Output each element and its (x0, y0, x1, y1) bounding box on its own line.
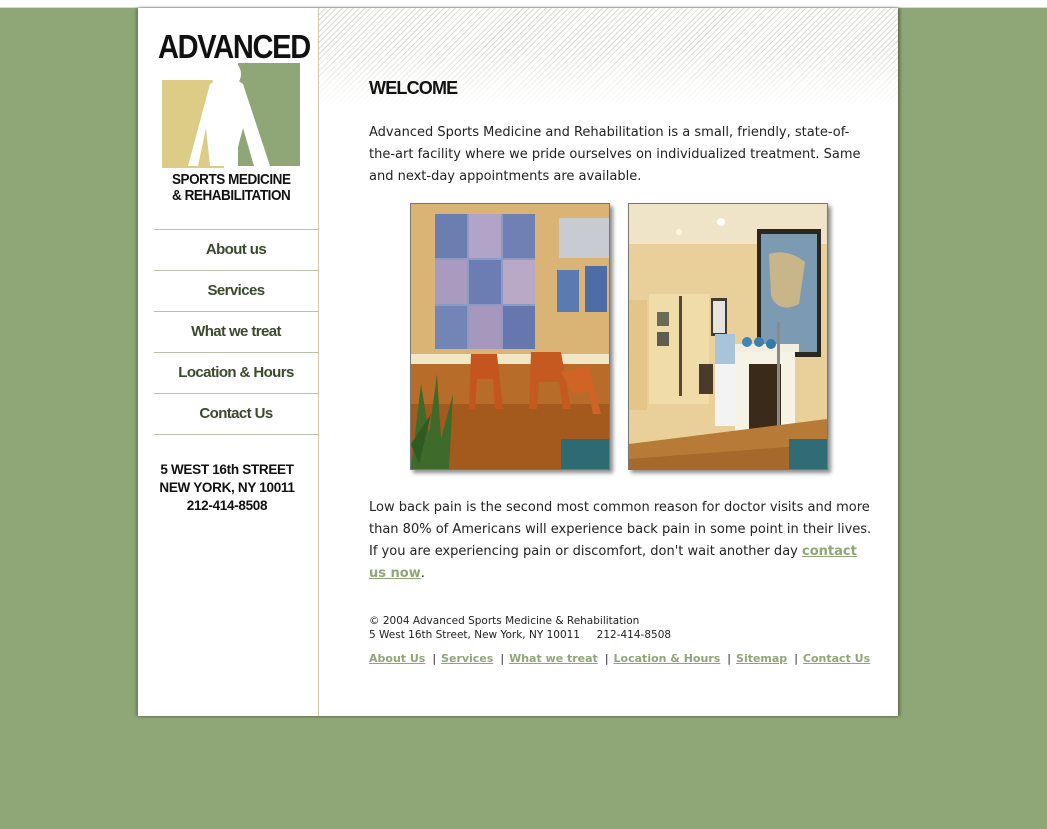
logo-subtitle-line2: & REHABILITATION (172, 187, 291, 204)
footer-link-about-us[interactable]: About Us (369, 652, 425, 665)
office-hallway-illustration (629, 204, 827, 469)
footer-link-sitemap[interactable]: Sitemap (736, 652, 787, 665)
back-pain-period: . (420, 566, 425, 581)
address-city: NEW YORK, NY 10011 (159, 480, 295, 495)
back-pain-text: Low back pain is the second most common … (369, 500, 872, 559)
footer-link-services[interactable]: Services (441, 652, 493, 665)
footer-link-contact-us[interactable]: Contact Us (803, 652, 870, 665)
footer-link-location-hours[interactable]: Location & Hours (614, 652, 721, 665)
sidebar: ADVANCED SPORTS MEDICINE & REHABILITATIO… (138, 8, 319, 716)
footer-links: About Us | Services | What we treat | Location… (369, 652, 870, 665)
nav-services[interactable]: Services (154, 271, 318, 312)
footer-separator: | (794, 652, 798, 665)
copyright-text: © 2004 Advanced Sports Medicine & Rehabi… (369, 615, 640, 627)
logo-figure-icon (162, 59, 300, 168)
page-title: WELCOME (369, 78, 458, 98)
footer-separator: | (500, 652, 505, 665)
logo-subtitle-line1: SPORTS MEDICINE (172, 171, 291, 188)
address-phone: 212-414-8508 (186, 498, 268, 513)
footer-link-what-we-treat[interactable]: What we treat (509, 652, 598, 665)
nav-contact-us[interactable]: Contact Us (154, 394, 318, 435)
nav-about-us[interactable]: About us (154, 229, 318, 271)
footer-separator: | (604, 652, 609, 665)
address-block: 5 WEST 16th STREET NEW YORK, NY 10011 21… (138, 461, 316, 515)
footer-info: © 2004 Advanced Sports Medicine & Rehabi… (369, 614, 671, 642)
site-logo[interactable]: ADVANCED SPORTS MEDICINE & REHABILITATIO… (158, 30, 311, 208)
intro-paragraph: Advanced Sports Medicine and Rehabilitat… (369, 125, 861, 184)
waiting-room-illustration (411, 204, 609, 469)
nav-what-we-treat[interactable]: What we treat (154, 312, 318, 353)
address-street: 5 WEST 16th STREET (160, 462, 294, 477)
main-content: WELCOME Advanced Sports Medicine and Reh… (319, 8, 898, 716)
page-container: ADVANCED SPORTS MEDICINE & REHABILITATIO… (138, 8, 898, 716)
top-strip (0, 0, 1047, 8)
footer-separator: | (727, 652, 732, 665)
waiting-room-photo (410, 203, 610, 470)
nav-location-hours[interactable]: Location & Hours (154, 353, 318, 394)
office-hallway-photo (628, 203, 828, 470)
footer-address: 5 West 16th Street, New York, NY 10011 2… (369, 629, 672, 641)
back-pain-paragraph: Low back pain is the second most common … (369, 497, 874, 585)
footer-separator: | (432, 652, 437, 665)
main-nav: About us Services What we treat Location… (154, 229, 318, 435)
